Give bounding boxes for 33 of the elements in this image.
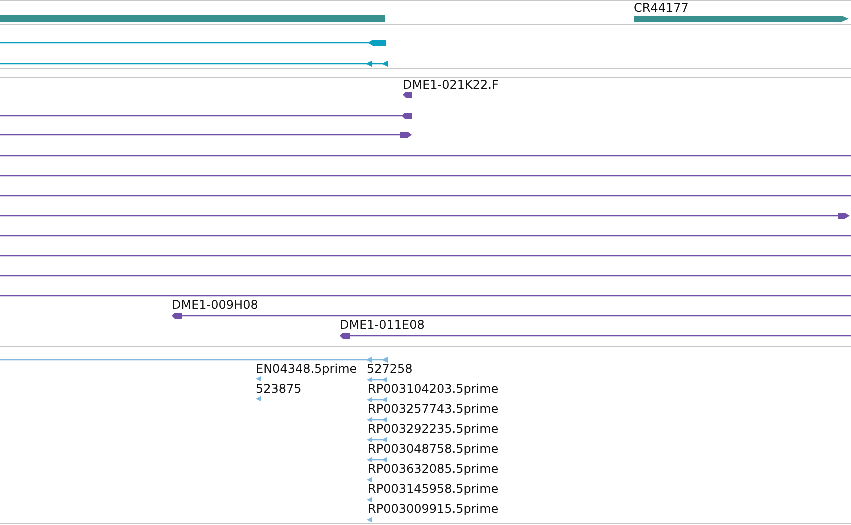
est-feature[interactable]: [0, 357, 388, 363]
feature-label: DME1-021K22.F: [403, 78, 499, 92]
feature-label: RP003145958.5prime: [368, 482, 499, 496]
feature-label: RP003257743.5prime: [368, 402, 499, 416]
clone-feature[interactable]: [172, 313, 851, 319]
feature-label: RP003009915.5prime: [368, 502, 499, 516]
est-feature[interactable]: [367, 418, 387, 422]
est-feature[interactable]: [367, 498, 372, 502]
est-feature[interactable]: [256, 376, 261, 382]
est-feature[interactable]: [367, 378, 387, 382]
feature-label: DME1-009H08: [172, 298, 258, 312]
est-feature[interactable]: [367, 398, 387, 402]
transcript-feature[interactable]: [0, 61, 388, 67]
clone-feature[interactable]: [340, 333, 851, 339]
feature-label: 523875: [256, 382, 302, 396]
est-feature[interactable]: [367, 438, 387, 442]
feature-label: RP003048758.5prime: [368, 442, 499, 456]
feature-label: CR44177: [634, 1, 689, 15]
feature-label: DME1-011E08: [340, 318, 425, 332]
clone-feature[interactable]: [0, 113, 412, 119]
transcript-feature[interactable]: [0, 40, 386, 46]
feature-label: EN04348.5prime: [256, 362, 358, 376]
feature-label: 527258: [367, 362, 413, 376]
clone-feature[interactable]: [403, 92, 412, 98]
est-feature[interactable]: [256, 396, 261, 402]
est-feature[interactable]: [367, 478, 372, 482]
est-feature[interactable]: [367, 518, 372, 522]
feature-label: RP003292235.5prime: [368, 422, 499, 436]
feature-label: RP003104203.5prime: [368, 382, 499, 396]
feature-label: RP003632085.5prime: [368, 462, 499, 476]
clone-feature[interactable]: [0, 132, 412, 138]
clone-feature[interactable]: [0, 213, 850, 219]
est-feature[interactable]: [367, 458, 387, 462]
